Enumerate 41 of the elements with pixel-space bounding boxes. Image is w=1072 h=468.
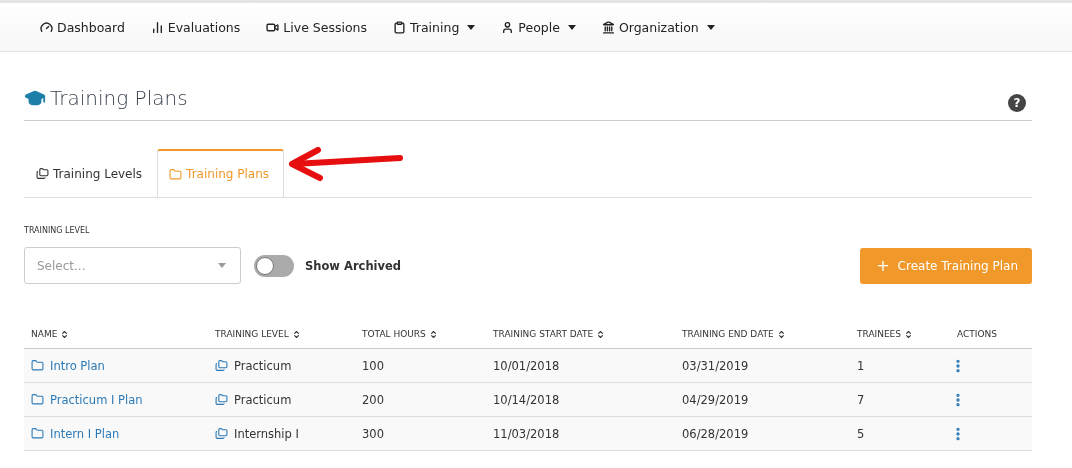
folders-icon [215,427,228,440]
table-cell: 10/14/2018 [493,392,560,407]
table-cell: Internship I [234,426,299,441]
nav-item[interactable]: Evaluations [150,19,241,35]
nav-icon [601,20,615,34]
table-cell: 1 [857,358,865,373]
nav-icon [393,20,406,34]
table-cell: Practicum [234,392,292,407]
table-cell: 10/01/2018 [493,358,560,373]
table-cell: 11/03/2018 [493,426,560,441]
folder-icon [31,427,44,440]
nav-item[interactable]: Training [393,19,476,35]
filter-label: TRAINING LEVEL [24,226,91,235]
table-cell: 200 [362,392,384,407]
table-cell: 7 [857,392,865,407]
toggle-label: Show Archived [305,258,402,273]
folders-icon [215,393,228,406]
page-title: Training Plans [50,86,188,110]
plan-name-link[interactable]: Intro Plan [31,358,105,373]
folder-icon [169,167,183,181]
table-cell: Practicum [234,358,292,373]
archived-toggle[interactable] [254,254,294,277]
table-cell: 06/28/2019 [682,426,749,441]
caret-icon [218,263,226,268]
nav-item[interactable]: Organization [601,19,715,35]
table-cell: 04/29/2019 [682,392,749,407]
folders-icon [36,167,49,180]
help-icon[interactable]: ? [1008,94,1026,112]
nav-item[interactable]: Live Sessions [266,19,367,35]
nav-item[interactable]: Dashboard [40,19,125,35]
nav-item[interactable]: People [501,19,576,35]
table-cell: 300 [362,426,384,441]
nav-icon [501,20,515,34]
nav-icon [150,20,164,34]
folder-icon [31,393,44,406]
folder-icon [31,359,44,372]
table-cell: 5 [857,426,865,441]
nav-icon [40,20,53,34]
table-cell: 100 [362,358,384,373]
folders-icon [215,359,228,372]
table-cell: 03/31/2019 [682,358,749,373]
